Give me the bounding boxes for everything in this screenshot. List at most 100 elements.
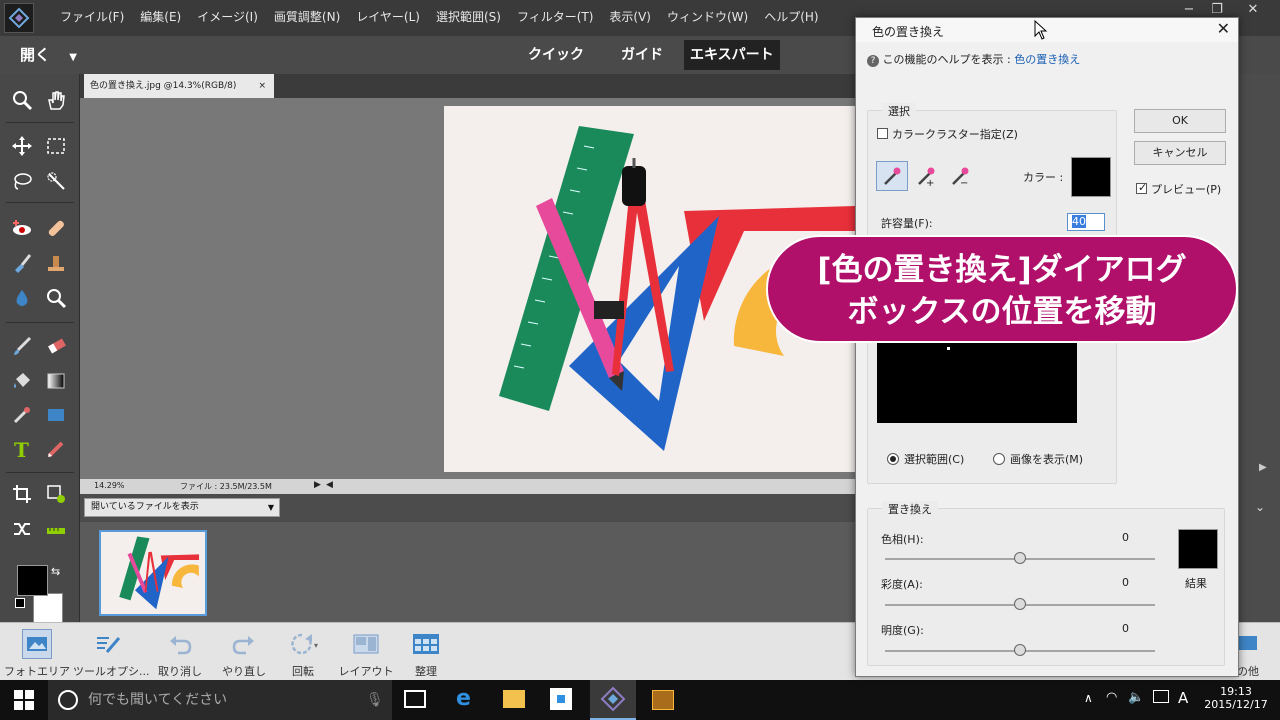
- menu-layer[interactable]: レイヤー(L): [348, 0, 428, 36]
- crop-tool-icon[interactable]: [8, 480, 36, 508]
- help-link[interactable]: 色の置き換え: [1014, 53, 1080, 66]
- document-tab-title: 色の置き換え.jpg @14.3%(RGB/8): [90, 81, 237, 91]
- healing-brush-icon[interactable]: [42, 214, 70, 242]
- hue-value: 0: [1122, 531, 1129, 544]
- tab-guided[interactable]: ガイド: [615, 40, 669, 70]
- red-eye-tool-icon[interactable]: [8, 214, 36, 242]
- quick-selection-tool-icon[interactable]: [42, 167, 70, 195]
- open-button[interactable]: 開く ▼: [20, 44, 77, 65]
- close-tab-icon[interactable]: ×: [258, 74, 266, 98]
- lasso-tool-icon[interactable]: [8, 167, 36, 195]
- scroll-left-icon[interactable]: ◀: [326, 480, 333, 490]
- swap-colors-icon[interactable]: ⇆: [51, 565, 60, 578]
- organizer-button[interactable]: 整理: [391, 629, 461, 679]
- replace-color-dialog: 色の置き換え ✕ ? この機能のヘルプを表示 : 色の置き換え 選択 カラークラ…: [855, 17, 1239, 677]
- menu-image[interactable]: イメージ(I): [189, 0, 266, 36]
- default-colors-icon[interactable]: [15, 598, 25, 608]
- clock-date: 2015/12/17: [1204, 698, 1268, 711]
- foreground-color-swatch[interactable]: [17, 565, 48, 596]
- microphone-icon[interactable]: 🎙: [366, 680, 384, 720]
- shape-tool-icon[interactable]: [42, 401, 70, 429]
- taskbar-elements-editor[interactable]: [590, 680, 636, 720]
- photo-bin-thumbnail[interactable]: [99, 530, 207, 616]
- volume-icon[interactable]: 🔈: [1128, 690, 1144, 705]
- recompose-tool-icon[interactable]: [42, 480, 70, 508]
- tool-options-icon: [93, 629, 123, 659]
- tab-expert[interactable]: エキスパート: [684, 40, 780, 70]
- straighten-tool-icon[interactable]: [42, 515, 70, 543]
- panel-chevron-icon[interactable]: ⌄: [1255, 500, 1265, 514]
- photo-bin-button[interactable]: フォトエリア: [2, 629, 72, 679]
- tool-options-button[interactable]: ツールオプシ...: [73, 629, 150, 679]
- task-view-icon[interactable]: [404, 690, 426, 708]
- saturation-slider[interactable]: [885, 598, 1155, 610]
- eyedropper-tool-icon[interactable]: [8, 401, 36, 429]
- pencil-tool-icon[interactable]: [42, 435, 70, 463]
- status-menu-arrow-icon[interactable]: ▶: [314, 480, 321, 490]
- clock-time: 19:13: [1220, 685, 1252, 698]
- type-tool-icon[interactable]: T: [8, 435, 36, 463]
- menu-help[interactable]: ヘルプ(H): [756, 0, 826, 36]
- store-icon[interactable]: [550, 688, 572, 710]
- smart-brush-icon[interactable]: [8, 249, 36, 277]
- clone-stamp-icon[interactable]: [42, 249, 70, 277]
- clock[interactable]: 19:13 2015/12/17: [1203, 685, 1269, 711]
- undo-button[interactable]: 取り消し: [145, 629, 215, 679]
- windows-start-icon[interactable]: [14, 690, 34, 714]
- edge-browser-icon[interactable]: e: [456, 686, 471, 711]
- hue-slider[interactable]: [885, 552, 1155, 564]
- eyedropper-icon[interactable]: [876, 161, 908, 191]
- menu-enhance[interactable]: 画質調整(N): [266, 0, 348, 36]
- menu-view[interactable]: 表示(V): [601, 0, 659, 36]
- eraser-tool-icon[interactable]: [42, 332, 70, 360]
- paint-bucket-icon[interactable]: [8, 367, 36, 395]
- document-tab[interactable]: 色の置き換え.jpg @14.3%(RGB/8) ×: [84, 74, 274, 98]
- tray-chevron-icon[interactable]: ∧: [1084, 691, 1093, 705]
- preview-checkbox[interactable]: ✓ プレビュー(P): [1136, 181, 1221, 197]
- sponge-tool-icon[interactable]: [42, 284, 70, 312]
- gradient-tool-icon[interactable]: [42, 367, 70, 395]
- hand-tool-icon[interactable]: [42, 86, 70, 114]
- dialog-close-icon[interactable]: ✕: [1217, 19, 1230, 38]
- selected-color-swatch[interactable]: [1071, 157, 1111, 197]
- marquee-tool-icon[interactable]: [42, 132, 70, 160]
- lightness-slider[interactable]: [885, 644, 1155, 656]
- taskbar-elements-organizer[interactable]: [640, 680, 686, 720]
- eyedropper-minus-icon[interactable]: −: [944, 161, 976, 191]
- zoom-tool-icon[interactable]: [8, 86, 36, 114]
- background-color-swatch[interactable]: [33, 593, 63, 623]
- file-explorer-icon[interactable]: [503, 690, 525, 708]
- close-app-button[interactable]: ✕: [1238, 0, 1268, 20]
- menu-window[interactable]: ウィンドウ(W): [659, 0, 756, 36]
- hue-slider-knob[interactable]: [1014, 552, 1026, 564]
- lightness-slider-knob[interactable]: [1014, 644, 1026, 656]
- content-aware-move-icon[interactable]: [8, 515, 36, 543]
- blur-tool-icon[interactable]: [8, 284, 36, 312]
- color-cluster-checkbox[interactable]: カラークラスター指定(Z): [877, 126, 1018, 142]
- rotate-label: 回転: [292, 665, 314, 678]
- radio-image[interactable]: 画像を表示(M): [993, 451, 1083, 467]
- tolerance-input[interactable]: 40: [1067, 213, 1105, 231]
- ime-indicator[interactable]: A: [1178, 689, 1188, 707]
- menu-select[interactable]: 選択範囲(S): [428, 0, 509, 36]
- cortana-icon: [58, 690, 78, 710]
- menu-filter[interactable]: フィルター(T): [509, 0, 601, 36]
- rotate-button[interactable]: ▾ 回転: [268, 629, 338, 679]
- menu-edit[interactable]: 編集(E): [132, 0, 189, 36]
- ok-button[interactable]: OK: [1134, 109, 1226, 133]
- radio-selection[interactable]: 選択範囲(C): [887, 451, 964, 467]
- tab-quick[interactable]: クイック: [522, 40, 590, 70]
- saturation-slider-knob[interactable]: [1014, 598, 1026, 610]
- windows-search-box[interactable]: 何でも聞いてください 🎙: [48, 680, 392, 720]
- bin-file-select[interactable]: 開いているファイルを表示 ▼: [84, 498, 280, 517]
- menu-file[interactable]: ファイル(F): [52, 0, 132, 36]
- move-tool-icon[interactable]: [8, 132, 36, 160]
- brush-tool-icon[interactable]: [8, 332, 36, 360]
- wifi-icon[interactable]: ◠: [1106, 690, 1117, 705]
- action-center-icon[interactable]: [1153, 690, 1169, 703]
- scroll-right-icon[interactable]: ▶: [1259, 462, 1267, 473]
- eyedropper-plus-icon[interactable]: +: [910, 161, 942, 191]
- result-color-swatch[interactable]: [1178, 529, 1218, 569]
- preview-speck: [947, 347, 950, 350]
- cancel-button[interactable]: キャンセル: [1134, 141, 1226, 165]
